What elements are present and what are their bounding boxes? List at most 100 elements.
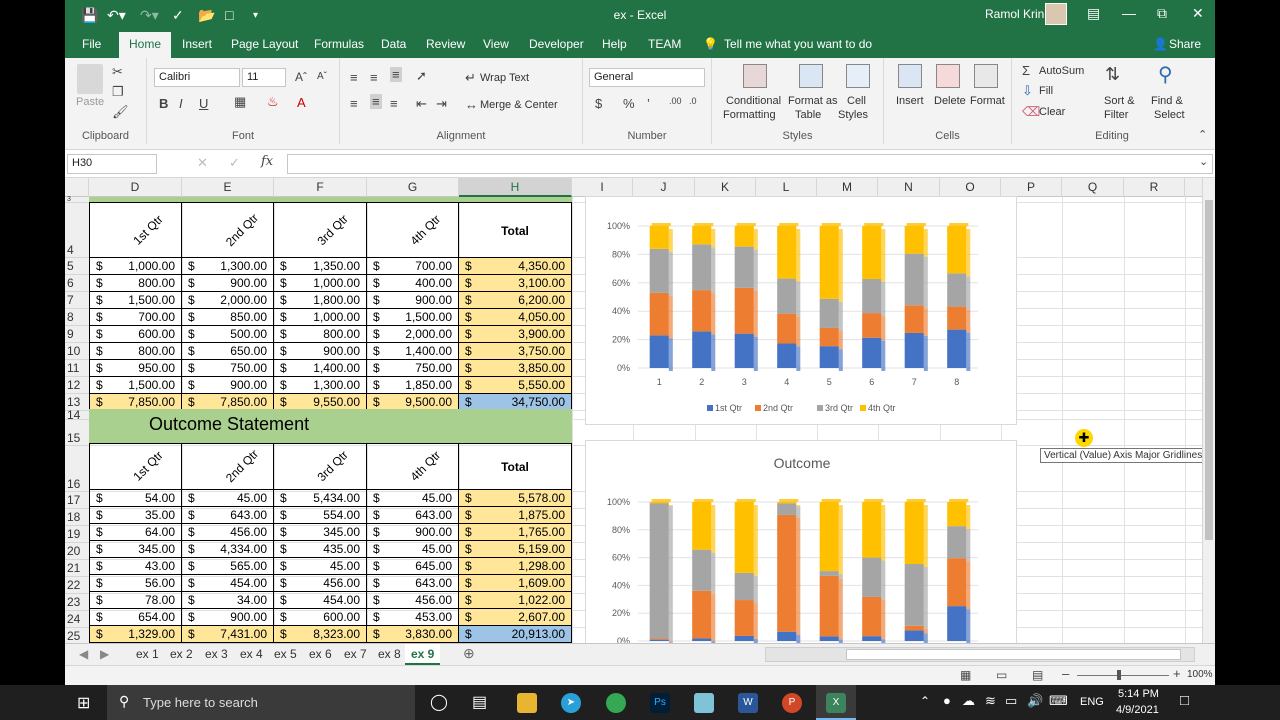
sort-filter-icon[interactable]: ⇅: [1105, 64, 1120, 85]
tell-me-search[interactable]: Tell me what you want to do: [724, 37, 872, 51]
column-header-m[interactable]: M: [817, 178, 878, 197]
minimize-icon[interactable]: —: [1122, 5, 1136, 21]
total-row-cell[interactable]: $20,913.00: [459, 626, 572, 643]
data-cell[interactable]: $700.00: [89, 309, 182, 326]
vertical-scroll-thumb[interactable]: [1205, 200, 1213, 540]
format-as-table-icon[interactable]: [799, 64, 823, 88]
data-cell[interactable]: $643.00: [367, 575, 459, 592]
format-painter-icon[interactable]: 🖌: [112, 104, 129, 120]
data-cell[interactable]: $1,500.00: [89, 377, 182, 394]
vertical-scrollbar[interactable]: [1202, 178, 1215, 643]
data-cell[interactable]: $456.00: [274, 575, 367, 592]
column-header-j[interactable]: J: [633, 178, 695, 197]
data-cell[interactable]: $565.00: [182, 558, 274, 575]
data-cell[interactable]: $6,200.00: [459, 292, 572, 309]
column-header-f[interactable]: F: [274, 178, 367, 197]
data-cell[interactable]: $950.00: [89, 360, 182, 377]
data-cell[interactable]: $900.00: [367, 524, 459, 541]
formula-input[interactable]: [287, 154, 1213, 174]
data-cell[interactable]: $1,300.00: [274, 377, 367, 394]
data-cell[interactable]: $1,400.00: [367, 343, 459, 360]
tab-file[interactable]: File: [82, 37, 101, 51]
conditional-formatting-button[interactable]: Conditional: [726, 95, 781, 107]
font-size-combo[interactable]: 11: [242, 68, 286, 87]
align-bottom-icon[interactable]: ≡: [390, 67, 402, 82]
data-cell[interactable]: $45.00: [367, 490, 459, 507]
data-cell[interactable]: $900.00: [274, 343, 367, 360]
telegram-icon[interactable]: ➤: [561, 693, 581, 713]
collapse-ribbon-icon[interactable]: ⌃: [1198, 128, 1207, 141]
row-header[interactable]: 22: [65, 577, 89, 594]
cut-icon[interactable]: ✂: [112, 64, 123, 80]
data-cell[interactable]: $1,350.00: [274, 258, 367, 275]
chart-outcome[interactable]: 0% 20% 40% 60% 80% 100% Outcome: [585, 440, 1017, 643]
next-sheet-icon[interactable]: ▶: [100, 647, 109, 661]
decrease-indent-icon[interactable]: ⇤: [416, 96, 427, 112]
data-cell[interactable]: $45.00: [182, 490, 274, 507]
data-cell[interactable]: $454.00: [274, 592, 367, 609]
data-cell[interactable]: $1,765.00: [459, 524, 572, 541]
column-header-q[interactable]: Q: [1062, 178, 1124, 197]
data-cell[interactable]: $850.00: [182, 309, 274, 326]
fill-color-icon[interactable]: ♨: [267, 94, 279, 110]
row-header[interactable]: 16: [65, 446, 89, 492]
notifications-icon[interactable]: □: [1180, 692, 1189, 709]
data-cell[interactable]: $5,434.00: [274, 490, 367, 507]
align-right-icon[interactable]: ≡: [390, 96, 398, 111]
data-cell[interactable]: $1,609.00: [459, 575, 572, 592]
prev-sheet-icon[interactable]: ◀: [79, 647, 88, 661]
comma-style-button[interactable]: ’: [647, 96, 650, 111]
row-header[interactable]: 7: [65, 292, 89, 309]
data-cell[interactable]: $453.00: [367, 609, 459, 626]
horizontal-scrollbar[interactable]: [765, 647, 1195, 662]
find-select-icon[interactable]: ⚲: [1158, 62, 1173, 87]
data-cell[interactable]: $1,022.00: [459, 592, 572, 609]
insert-cells-icon[interactable]: [898, 64, 922, 88]
tray-chevron-icon[interactable]: ⌃: [920, 694, 930, 708]
header-cell[interactable]: Total: [459, 203, 572, 258]
column-header-l[interactable]: L: [756, 178, 817, 197]
row-header[interactable]: 20: [65, 543, 89, 560]
find-select-button[interactable]: Find &: [1151, 95, 1183, 107]
data-cell[interactable]: $2,607.00: [459, 609, 572, 626]
avatar[interactable]: [1045, 3, 1067, 25]
data-cell[interactable]: $5,578.00: [459, 490, 572, 507]
zoom-level[interactable]: 100%: [1187, 669, 1213, 680]
data-cell[interactable]: $35.00: [89, 507, 182, 524]
header-cell[interactable]: 4th Qtr: [367, 203, 459, 258]
tab-review[interactable]: Review: [426, 37, 465, 51]
fill-icon[interactable]: ⇩: [1022, 83, 1033, 99]
close-icon[interactable]: ✕: [1192, 5, 1204, 22]
data-cell[interactable]: $1,298.00: [459, 558, 572, 575]
data-cell[interactable]: $400.00: [367, 275, 459, 292]
tab-home[interactable]: Home: [119, 32, 172, 58]
data-cell[interactable]: $1,400.00: [274, 360, 367, 377]
data-cell[interactable]: $750.00: [367, 360, 459, 377]
header-cell[interactable]: 4th Qtr: [367, 444, 459, 490]
sheet-tab-ex1[interactable]: ex 1: [136, 647, 159, 661]
data-cell[interactable]: $900.00: [182, 275, 274, 292]
data-cell[interactable]: $800.00: [89, 275, 182, 292]
sheet-tab-ex4[interactable]: ex 4: [240, 647, 263, 661]
header-cell[interactable]: 3rd Qtr: [274, 203, 367, 258]
user-name[interactable]: Ramol Krin: [985, 7, 1044, 21]
name-box[interactable]: H30: [67, 154, 157, 174]
data-cell[interactable]: $900.00: [182, 609, 274, 626]
sheet-tab-ex9[interactable]: ex 9: [405, 644, 441, 665]
data-cell[interactable]: $3,850.00: [459, 360, 572, 377]
header-cell[interactable]: 2nd Qtr: [182, 203, 274, 258]
data-cell[interactable]: $54.00: [89, 490, 182, 507]
tab-team[interactable]: TEAM: [648, 37, 681, 51]
header-cell[interactable]: 2nd Qtr: [182, 444, 274, 490]
zoom-in-icon[interactable]: +: [1173, 666, 1181, 681]
column-header-k[interactable]: K: [695, 178, 756, 197]
restore-icon[interactable]: ⧉: [1157, 5, 1167, 22]
tab-view[interactable]: View: [483, 37, 509, 51]
column-header-r[interactable]: R: [1124, 178, 1185, 197]
notepad-icon[interactable]: [694, 693, 714, 713]
data-cell[interactable]: $1,300.00: [182, 258, 274, 275]
data-cell[interactable]: $554.00: [274, 507, 367, 524]
page-layout-view-icon[interactable]: ▭: [996, 668, 1007, 682]
insert-function-button[interactable]: fx: [261, 154, 273, 169]
row-header[interactable]: 12: [65, 377, 89, 394]
